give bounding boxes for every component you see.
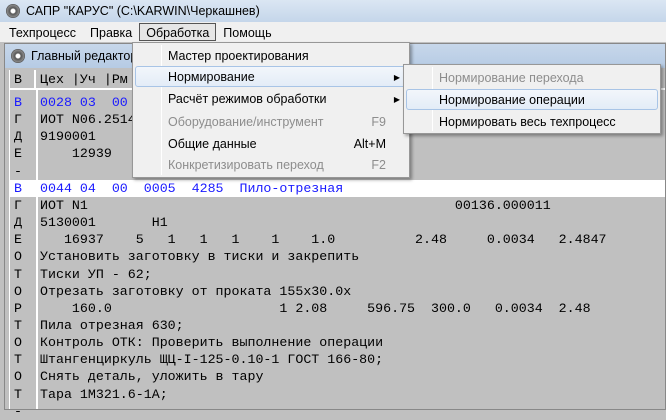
norming-submenu: Нормирование перехода Нормирование операц… [403, 64, 661, 134]
menu-item-shortcut: F9 [371, 115, 386, 129]
editor-row[interactable]: О Отрезать заготовку от проката 155х30.0х [10, 283, 665, 300]
menu-item-dropdown-5[interactable]: Конкретизировать переход F2 [135, 154, 407, 175]
row-text: 160.0 1 2.08 596.75 300.0 0.0034 2.48 [40, 300, 591, 316]
menu-item-label: Расчёт режимов обработки [168, 92, 327, 106]
row-code: Д [14, 129, 22, 145]
menu-bar: Техпроцесс Правка Обработка Помощь [0, 22, 666, 42]
submenu-arrow-icon: ▶ [393, 95, 400, 104]
menu-item-dropdown-4[interactable]: Общие данные Alt+M [135, 133, 407, 154]
editor-row[interactable]: В 0044 04 00 0005 4285 Пило-отрезная [10, 179, 665, 197]
row-code: О [14, 283, 22, 299]
editor-row[interactable]: О Снять деталь, уложить в тару [10, 368, 665, 385]
menu-item-label: Нормировать весь техпроцесс [439, 115, 616, 129]
editor-row[interactable]: Т Тара 1М321.6-1А; [10, 386, 665, 403]
row-code: Р [14, 300, 22, 316]
row-code: О [14, 335, 22, 351]
window-title: САПР "КАРУС" (C:\KARWIN\Черкашнев) [26, 4, 260, 18]
row-code: Г [14, 197, 22, 213]
row-code: Т [14, 386, 22, 402]
header-columns: Цех |Уч |Рм [40, 72, 128, 87]
menu-item-label: Конкретизировать переход [168, 158, 324, 172]
menu-item-submenu-0[interactable]: Нормирование перехода [406, 67, 658, 88]
row-text: Установить заготовку в тиски и закрепить [40, 249, 360, 265]
menu-item-label: Нормирование перехода [439, 71, 584, 85]
menu-techprocess[interactable]: Техпроцесс [2, 23, 83, 41]
row-text: 0028 03 00 [40, 95, 128, 110]
menu-item-shortcut: Alt+M [353, 137, 386, 151]
editor-row[interactable]: Е 16937 5 1 1 1 1 1.0 2.48 0.0034 2.4847 [10, 231, 665, 248]
editor-row[interactable]: Г ИОТ N1 00136.000011 [10, 197, 665, 214]
row-code: Г [14, 112, 22, 128]
menu-item-shortcut: F2 [371, 158, 386, 172]
editor-gear-icon [11, 49, 25, 63]
menu-processing[interactable]: Обработка [139, 23, 217, 41]
row-text: 16937 5 1 1 1 1 1.0 2.48 0.0034 2.4847 [40, 232, 607, 248]
row-text: ИОТ N06.2514 [40, 112, 136, 128]
row-code: - [14, 163, 22, 179]
menu-item-label: Мастер проектирования [168, 49, 309, 63]
menu-item-label: Нормирование операции [439, 93, 585, 107]
row-code: - [14, 403, 22, 419]
row-text: Контроль ОТК: Проверить выполнение опера… [40, 335, 384, 351]
editor-row[interactable]: Р 160.0 1 2.08 596.75 300.0 0.0034 2.48 [10, 300, 665, 317]
menu-item-dropdown-2[interactable]: Расчёт режимов обработки ▶ [135, 88, 407, 109]
row-text: Пила отрезная 630; [40, 317, 184, 333]
menu-item-dropdown-1[interactable]: Нормирование ▶ [135, 66, 407, 87]
header-code-column: В [10, 70, 36, 88]
row-code: В [14, 95, 22, 110]
editor-row[interactable]: О Установить заготовку в тиски и закрепит… [10, 248, 665, 265]
row-text: Штангенциркуль ЩЦ-I-125-0.10-1 ГОСТ 166-… [40, 352, 384, 368]
editor-row[interactable]: Т Пила отрезная 630; [10, 317, 665, 334]
editor-row[interactable]: Д 5130001 Н1 [10, 214, 665, 231]
row-code: В [14, 179, 34, 197]
row-text: 0044 04 00 0005 4285 Пило-отрезная [40, 180, 344, 196]
inner-window-title: Главный редактор т [31, 49, 147, 63]
row-text: 9190001 [40, 129, 96, 145]
row-code: Е [14, 146, 22, 162]
row-code: О [14, 369, 22, 385]
row-code: Т [14, 352, 22, 368]
menu-item-label: Общие данные [168, 137, 257, 151]
menu-item-dropdown-0[interactable]: Мастер проектирования [135, 45, 407, 66]
submenu-arrow-icon: ▶ [393, 73, 400, 82]
menu-item-submenu-1[interactable]: Нормирование операции [406, 89, 658, 110]
row-text: Отрезать заготовку от проката 155х30.0х [40, 283, 352, 299]
menu-item-submenu-2[interactable]: Нормировать весь техпроцесс [406, 111, 658, 132]
row-text: 5130001 Н1 [40, 215, 168, 231]
row-code: Д [14, 215, 22, 231]
menu-item-label: Оборудование/инструмент [168, 115, 324, 129]
editor-row[interactable]: Т Тиски УП - 62; [10, 266, 665, 283]
row-code: Т [14, 266, 22, 282]
row-code: Т [14, 317, 22, 333]
menu-item-label: Нормирование [168, 70, 255, 84]
processing-dropdown-menu: Мастер проектирования Нормирование ▶ Расчёт… [132, 42, 410, 178]
row-code: Е [14, 232, 22, 248]
menu-help[interactable]: Помощь [216, 23, 278, 41]
row-text: 12939 [40, 146, 112, 162]
menu-edit[interactable]: Правка [83, 23, 139, 41]
app-gear-icon [6, 4, 20, 18]
title-bar: САПР "КАРУС" (C:\KARWIN\Черкашнев) [0, 0, 666, 22]
row-text: Тиски УП - 62; [40, 266, 152, 282]
menu-item-dropdown-3[interactable]: Оборудование/инструмент F9 [135, 111, 407, 132]
editor-row[interactable]: Т Штангенциркуль ЩЦ-I-125-0.10-1 ГОСТ 166… [10, 351, 665, 368]
editor-row[interactable]: - [10, 403, 665, 420]
row-text: ИОТ N1 00136.000011 [40, 197, 551, 213]
editor-row[interactable]: О Контроль ОТК: Проверить выполнение опер… [10, 334, 665, 351]
row-code: О [14, 249, 22, 265]
row-text: Тара 1М321.6-1А; [40, 386, 168, 402]
row-text: Снять деталь, уложить в тару [40, 369, 264, 385]
